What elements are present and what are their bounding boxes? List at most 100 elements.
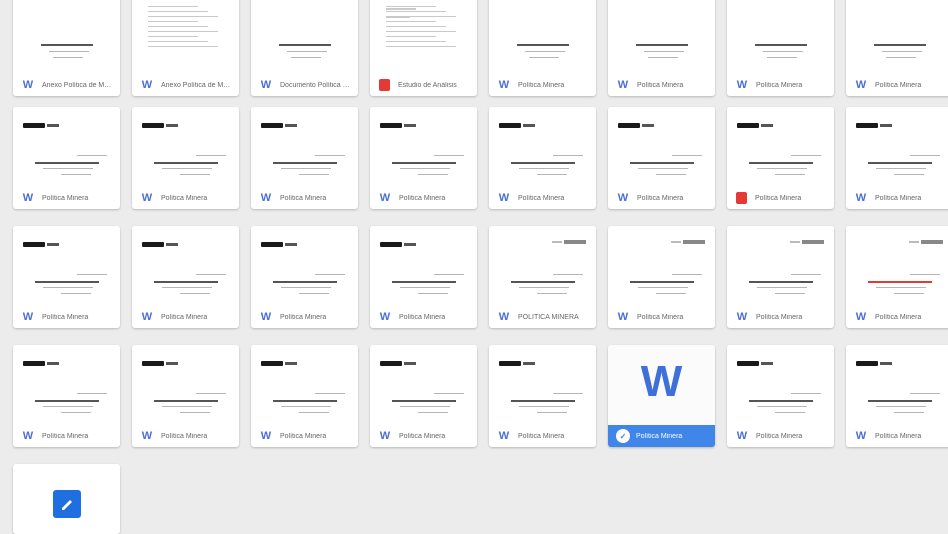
text-line: [511, 162, 575, 164]
file-tile[interactable]: W Política Minera: [489, 345, 596, 447]
file-thumbnail: [727, 345, 834, 425]
file-tile[interactable]: W Política Minera: [608, 0, 715, 96]
file-thumbnail: [846, 0, 948, 74]
file-name: Política Minera: [161, 313, 208, 321]
file-tile[interactable]: W Política Minera: [489, 107, 596, 209]
file-tile[interactable]: W Política Minera: [608, 226, 715, 328]
file-tile[interactable]: W Política Minera: [608, 107, 715, 209]
file-tile[interactable]: W Política Minera: [132, 107, 239, 209]
text-line: [386, 26, 446, 27]
text-line: [386, 11, 446, 12]
logo-mark: [618, 123, 640, 128]
file-tile[interactable]: Política Minera: [727, 107, 834, 209]
file-tile[interactable]: W Política Minera: [370, 226, 477, 328]
file-name: Estudio de Análisis: [398, 81, 457, 89]
logo-mark: [142, 242, 164, 247]
file-name: Política Minera: [280, 432, 327, 440]
logo-mark: [142, 361, 164, 366]
file-caption: ✓ Política Minera: [608, 425, 715, 447]
text-line: [434, 393, 464, 394]
text-line: [35, 281, 99, 283]
file-thumbnail: [727, 0, 834, 74]
text-line: [400, 168, 450, 169]
file-thumbnail: [13, 226, 120, 306]
file-tile[interactable]: Estudio de Análisis: [370, 0, 477, 96]
text-line: [537, 174, 567, 175]
text-line: [630, 162, 694, 164]
file-tile[interactable]: W Política Minera: [727, 226, 834, 328]
file-name: Política Minera: [637, 313, 684, 321]
file-tile[interactable]: W Política Minera: [132, 345, 239, 447]
file-caption: Política Minera: [727, 187, 834, 209]
text-line: [196, 274, 226, 275]
file-thumbnail: [370, 0, 477, 74]
file-tile[interactable]: W POLÍTICA MINERA: [489, 226, 596, 328]
text-line: [273, 400, 337, 402]
file-tile[interactable]: [13, 464, 120, 534]
file-tile[interactable]: W Política Minera: [251, 107, 358, 209]
logo-mark: [564, 240, 586, 244]
file-tile[interactable]: W Política Minera: [727, 345, 834, 447]
file-name: Política Minera: [280, 313, 327, 321]
text-line: [148, 41, 208, 42]
file-tile[interactable]: W Anexo Política de Minería: [13, 0, 120, 96]
file-tile[interactable]: W Política Minera: [846, 345, 948, 447]
file-tile[interactable]: W Política Minera: [132, 226, 239, 328]
file-name: Anexo Política de Minería: [42, 81, 112, 89]
file-caption: W Política Minera: [846, 425, 948, 447]
file-tile[interactable]: W Política Minera: [370, 345, 477, 447]
file-tile[interactable]: W Política Minera: [727, 0, 834, 96]
text-line: [868, 281, 932, 283]
logo-mark: [142, 123, 164, 128]
file-tile[interactable]: W Política Minera: [251, 345, 358, 447]
file-tile[interactable]: W Política Minera: [251, 226, 358, 328]
word-icon: W: [379, 311, 391, 323]
file-tile[interactable]: W Política Minera: [13, 226, 120, 328]
text-line: [775, 293, 805, 294]
text-line: [148, 46, 218, 47]
file-thumbnail: [251, 345, 358, 425]
logo-mark: [166, 362, 178, 365]
file-tile[interactable]: W Política Minera: [13, 345, 120, 447]
file-tile[interactable]: W Política Minera: [370, 107, 477, 209]
text-line: [894, 293, 924, 294]
logo-mark: [404, 124, 416, 127]
file-name: POLÍTICA MINERA: [518, 313, 579, 321]
text-line: [876, 168, 926, 169]
file-tile[interactable]: W Anexo Política de Minería: [132, 0, 239, 96]
word-icon: W: [498, 79, 510, 91]
text-line: [386, 8, 416, 10]
logo-mark: [499, 123, 521, 128]
logo-mark: [404, 362, 416, 365]
file-caption: W Política Minera: [489, 425, 596, 447]
text-line: [291, 57, 321, 58]
word-icon: W: [498, 430, 510, 442]
file-tile[interactable]: W Política Minera: [846, 107, 948, 209]
text-line: [279, 44, 331, 46]
text-line: [315, 155, 345, 156]
file-tile[interactable]: W Política Minera: [489, 0, 596, 96]
text-line: [148, 6, 198, 7]
logo-mark: [404, 243, 416, 246]
file-tile[interactable]: W Política Minera: [13, 107, 120, 209]
file-tile[interactable]: W Política Minera: [846, 0, 948, 96]
file-name: Política Minera: [161, 194, 208, 202]
text-line: [154, 400, 218, 402]
file-tile[interactable]: W Documento Política Minera: [251, 0, 358, 96]
text-line: [553, 393, 583, 394]
file-name: Política Minera: [637, 81, 684, 89]
text-line: [876, 287, 926, 288]
text-line: [299, 174, 329, 175]
file-name: Política Minera: [756, 313, 803, 321]
file-name: Política Minera: [875, 432, 922, 440]
file-tile[interactable]: W ✓ Política Minera: [608, 345, 715, 447]
file-tile[interactable]: W Política Minera: [846, 226, 948, 328]
file-caption: W Política Minera: [251, 425, 358, 447]
word-icon: W: [22, 79, 34, 91]
text-line: [61, 174, 91, 175]
file-caption: W Política Minera: [608, 306, 715, 328]
file-grid: W Anexo Política de Minería W Anexo Polític…: [0, 0, 948, 534]
file-thumbnail: [13, 345, 120, 425]
text-line: [49, 51, 89, 52]
text-line: [148, 31, 218, 32]
